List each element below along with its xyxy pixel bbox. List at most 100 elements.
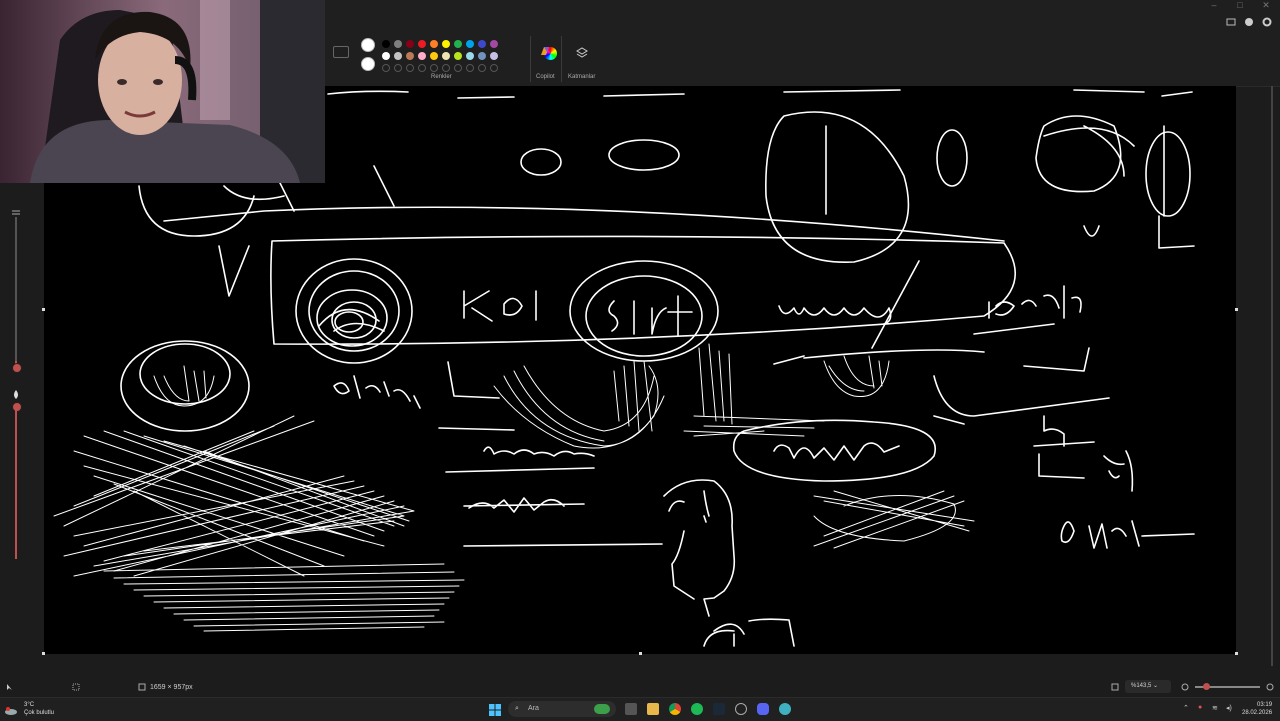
search-highlight-icon — [594, 704, 610, 714]
color-swatch[interactable] — [454, 40, 462, 48]
secondary-color-swatch[interactable] — [361, 57, 375, 71]
color-swatch[interactable] — [418, 40, 426, 48]
maximize-button[interactable]: □ — [1234, 0, 1246, 10]
search-icon: ⌕ — [515, 705, 519, 712]
microphone-icon[interactable]: ● — [1198, 704, 1202, 711]
weather-widget[interactable]: 3°C Çok bulutlu — [24, 701, 54, 717]
color-swatch[interactable] — [478, 40, 486, 48]
color-swatch[interactable] — [394, 52, 402, 60]
colors-group-label: Renkler — [431, 74, 452, 80]
brush-size-icon — [7, 205, 25, 215]
color-swatch[interactable] — [418, 52, 426, 60]
copilot-icon[interactable] — [539, 44, 551, 56]
zoom-slider-knob[interactable] — [1203, 683, 1210, 690]
color-swatch[interactable] — [430, 40, 438, 48]
opacity-knob[interactable] — [12, 402, 22, 412]
cursor-icon — [6, 683, 14, 691]
color-swatch[interactable] — [430, 52, 438, 60]
layers-icon[interactable] — [576, 46, 588, 58]
color-swatch[interactable] — [478, 52, 486, 60]
webcam-overlay — [0, 0, 325, 183]
resize-handle[interactable] — [1235, 308, 1238, 311]
zoom-value: %143,5 — [1131, 683, 1152, 689]
custom-color-slot[interactable] — [418, 64, 426, 72]
custom-color-slot[interactable] — [406, 64, 414, 72]
color-swatch[interactable] — [382, 40, 390, 48]
custom-color-slot[interactable] — [478, 64, 486, 72]
color-swatch[interactable] — [394, 40, 402, 48]
custom-color-slot[interactable] — [382, 64, 390, 72]
color-swatches — [381, 39, 501, 73]
search-placeholder: Ara — [528, 705, 539, 712]
color-swatch[interactable] — [442, 52, 450, 60]
toolbar-ribbon: – □ ✕ Renkler Copilot Katmanlar — [325, 0, 1280, 87]
file-explorer-icon[interactable] — [647, 703, 659, 715]
copilot-label: Copilot — [536, 74, 555, 80]
resize-handle[interactable] — [42, 652, 45, 655]
chat-icon[interactable] — [1226, 14, 1236, 26]
primary-color-swatch[interactable] — [361, 38, 375, 52]
opacity-icon — [7, 388, 25, 400]
minimize-button[interactable]: – — [1208, 0, 1220, 10]
taskbar-search[interactable]: ⌕ Ara — [508, 701, 616, 717]
custom-color-slot[interactable] — [490, 64, 498, 72]
account-icon[interactable] — [1244, 14, 1254, 26]
taskbar-clock[interactable]: 03:19 28.02.2026 — [1242, 701, 1272, 717]
color-swatch[interactable] — [490, 52, 498, 60]
window-controls: – □ ✕ — [1208, 0, 1272, 10]
color-swatch[interactable] — [466, 40, 474, 48]
divider — [561, 36, 562, 82]
windows-taskbar: 3°C Çok bulutlu ⌕ Ara ⌃ ● ≋ ◂) 03:19 28.… — [0, 697, 1280, 721]
custom-color-slot[interactable] — [454, 64, 462, 72]
wifi-icon[interactable]: ≋ — [1212, 704, 1218, 712]
resize-handle[interactable] — [639, 652, 642, 655]
color-swatch[interactable] — [466, 52, 474, 60]
weather-desc: Çok bulutlu — [24, 710, 55, 716]
color-swatch[interactable] — [490, 40, 498, 48]
status-bar: 1659 × 957px %143,5 ⌄ — [0, 677, 1280, 697]
volume-icon[interactable]: ◂) — [1226, 704, 1232, 712]
windows-start-icon[interactable] — [489, 703, 501, 716]
close-button[interactable]: ✕ — [1260, 0, 1272, 10]
brush-size-knob[interactable] — [12, 363, 22, 373]
discord-icon[interactable] — [757, 703, 769, 715]
color-swatch[interactable] — [406, 40, 414, 48]
task-view-icon[interactable] — [625, 703, 637, 715]
clock-time: 03:19 — [1257, 702, 1273, 708]
selection-tool-icon[interactable] — [333, 46, 349, 58]
resize-handle[interactable] — [42, 308, 45, 311]
brush-size-slider[interactable] — [15, 217, 17, 367]
title-bar-icons — [1226, 14, 1272, 27]
layers-label: Katmanlar — [568, 74, 596, 80]
zoom-dropdown[interactable]: %143,5 ⌄ — [1125, 680, 1171, 693]
clock-date: 28.02.2026 — [1242, 710, 1273, 716]
resize-handle[interactable] — [1235, 652, 1238, 655]
canvas-size-icon — [138, 683, 146, 691]
opacity-slider[interactable] — [15, 409, 17, 559]
color-swatch[interactable] — [442, 40, 450, 48]
canvas-size-display: 1659 × 957px — [138, 683, 193, 691]
selection-icon — [72, 683, 80, 691]
paint-app-icon[interactable] — [779, 703, 791, 715]
color-swatch[interactable] — [454, 52, 462, 60]
canvas-size-text: 1659 × 957px — [150, 683, 193, 691]
color-swatch[interactable] — [382, 52, 390, 60]
zoom-in-icon[interactable] — [1266, 683, 1274, 691]
vertical-scrollbar[interactable] — [1268, 86, 1280, 674]
color-swatch[interactable] — [406, 52, 414, 60]
weather-temp: 3°C — [24, 702, 35, 708]
chrome-icon[interactable] — [669, 703, 681, 715]
custom-color-slot[interactable] — [442, 64, 450, 72]
zoom-out-icon[interactable] — [1181, 683, 1189, 691]
settings-icon[interactable] — [1262, 14, 1272, 27]
spotify-icon[interactable] — [691, 703, 703, 715]
custom-color-slot[interactable] — [394, 64, 402, 72]
custom-color-slot[interactable] — [430, 64, 438, 72]
settings-app-icon[interactable] — [735, 703, 747, 715]
custom-color-slot[interactable] — [466, 64, 474, 72]
divider — [530, 36, 531, 82]
tray-chevron-icon[interactable]: ⌃ — [1183, 704, 1189, 712]
fit-screen-icon[interactable] — [1111, 683, 1119, 691]
weather-icon[interactable] — [4, 702, 18, 715]
steam-icon[interactable] — [713, 703, 725, 715]
